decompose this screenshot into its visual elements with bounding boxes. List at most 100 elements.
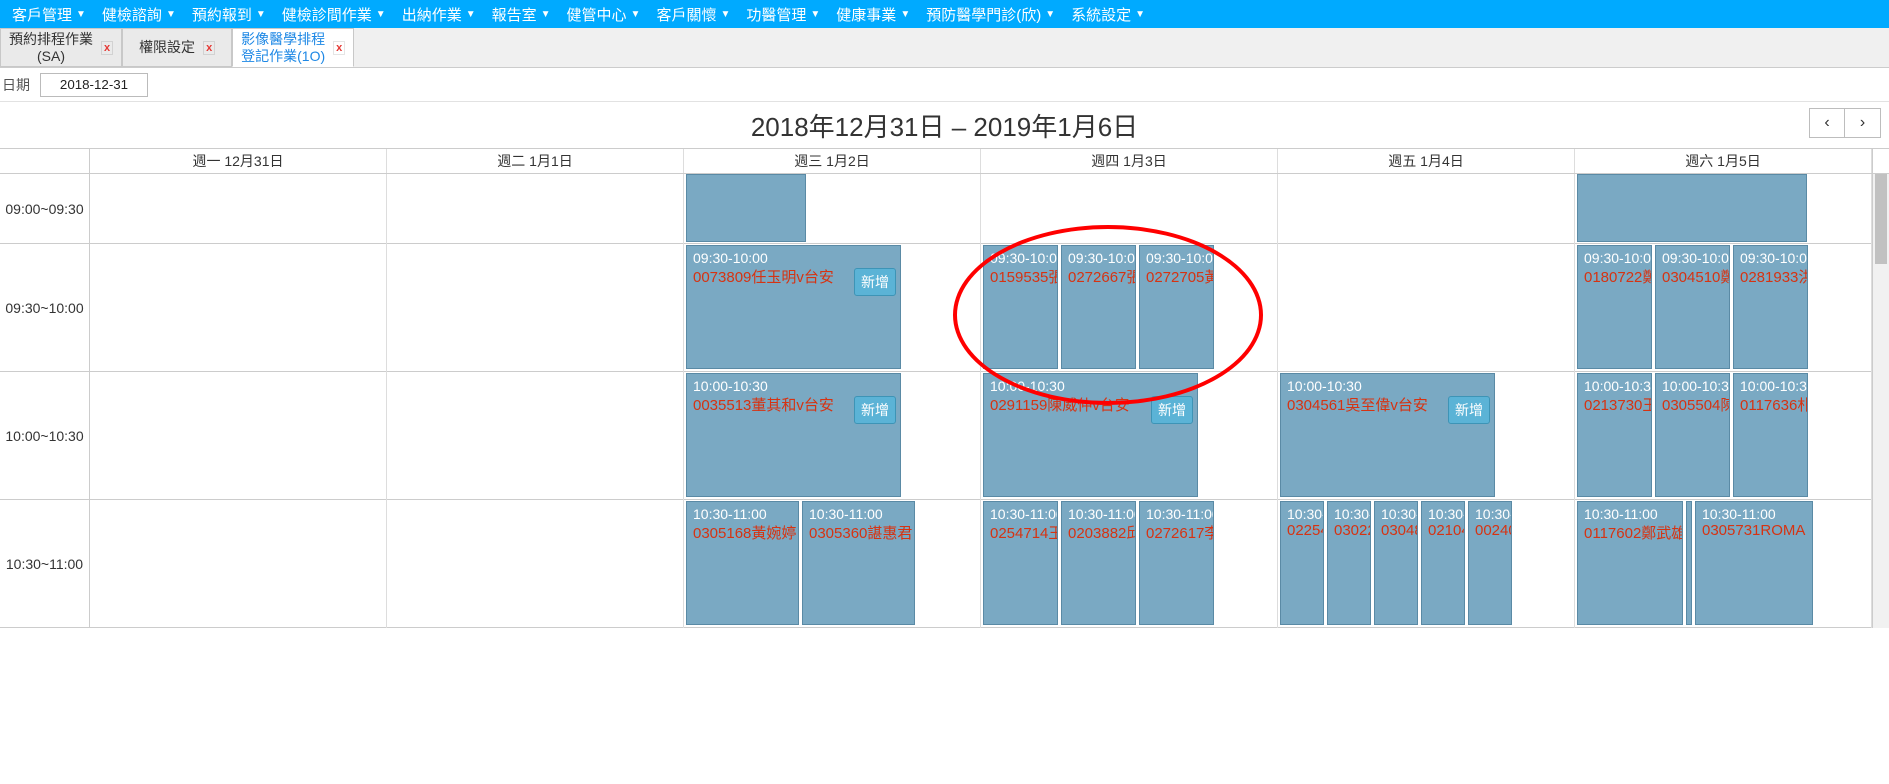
menu-item[interactable]: 報告室 ▼ (484, 4, 559, 25)
menu-item[interactable]: 健管中心▼ (559, 4, 649, 25)
calendar-grid: 週一 12月31日週二 1月1日週三 1月2日週四 1月3日週五 1月4日週六 … (0, 148, 1889, 628)
time-slot-cell[interactable] (387, 500, 683, 628)
event-text: 02104 (1422, 522, 1464, 539)
calendar-event[interactable]: 10:30-103022 (1327, 501, 1371, 625)
menu-label: 系統設定 (1071, 4, 1131, 25)
time-slot-cell[interactable] (387, 244, 683, 372)
add-button[interactable]: 新增 (854, 396, 896, 424)
calendar-event[interactable]: 09:30-10:000180722鄭 (1577, 245, 1652, 369)
day-header: 週一 12月31日 (90, 149, 387, 173)
calendar-event[interactable] (686, 174, 806, 242)
chevron-down-icon: ▼ (76, 9, 86, 20)
calendar-event[interactable] (1577, 174, 1807, 242)
calendar-event[interactable]: 10:30-100240 (1468, 501, 1512, 625)
menu-item[interactable]: 出納作業▼ (394, 4, 484, 25)
time-slot-cell[interactable] (981, 174, 1277, 244)
event-time: 10:00-10:30 (1734, 374, 1807, 394)
time-slot-cell[interactable] (90, 372, 386, 500)
event-time: 10:30-1 (1328, 502, 1370, 522)
add-button[interactable]: 新增 (854, 268, 896, 296)
calendar-event[interactable]: 10:30-103048 (1374, 501, 1418, 625)
calendar-event[interactable]: 10:00-10:300213730王 (1577, 373, 1652, 497)
menu-item[interactable]: 客戶管理▼ (4, 4, 94, 25)
close-icon[interactable]: x (333, 41, 345, 55)
calendar-event[interactable]: 09:30-10:000281933洪 (1733, 245, 1808, 369)
calendar-event[interactable]: 09:30-10:000272705黃 (1139, 245, 1214, 369)
menu-item[interactable]: 預約報到▼ (184, 4, 274, 25)
next-week-button[interactable]: › (1845, 108, 1881, 138)
day-header-row: 週一 12月31日週二 1月1日週三 1月2日週四 1月3日週五 1月4日週六 … (0, 148, 1889, 174)
calendar-event[interactable]: 10:30-11:000305731ROMA (1695, 501, 1813, 625)
time-slot-cell[interactable] (387, 174, 683, 244)
event-group: 10:30-11:000117602鄭武雄10:30-11:000305731R… (1577, 501, 1813, 625)
tab[interactable]: 影像醫學排程登記作業(1O) x (232, 28, 354, 67)
time-slot-cell[interactable] (90, 174, 386, 244)
calendar-event[interactable]: 10:30-11:000117602鄭武雄 (1577, 501, 1683, 625)
time-slot-cell[interactable] (387, 372, 683, 500)
calendar-event[interactable]: 10:00-10:300117636朴 (1733, 373, 1808, 497)
calendar-event[interactable]: 10:00-10:300304561吳至偉v台安新增 (1280, 373, 1495, 497)
close-icon[interactable]: x (101, 41, 113, 55)
calendar-event[interactable]: 10:30-11:000272617李 (1139, 501, 1214, 625)
menu-item[interactable]: 健康事業▼ (828, 4, 918, 25)
day-column[interactable] (387, 174, 684, 628)
event-time: 10:30-11:00 (1140, 502, 1213, 522)
chevron-down-icon: ▼ (541, 9, 551, 20)
menu-label: 功醫管理 (746, 4, 806, 25)
calendar-event[interactable]: 09:30-10:000159535張 (983, 245, 1058, 369)
prev-week-button[interactable]: ‹ (1809, 108, 1845, 138)
event-text: 00240 (1469, 522, 1511, 539)
calendar-event[interactable]: 10:30-102254 (1280, 501, 1324, 625)
vertical-scrollbar[interactable] (1872, 174, 1889, 628)
close-icon[interactable]: x (203, 41, 215, 55)
tab-label: 影像醫學排程登記作業(1O) (241, 31, 325, 63)
time-slot-cell[interactable] (90, 244, 386, 372)
event-group: 09:30-10:000159535張09:30-10:000272667張09… (983, 245, 1214, 369)
calendar-event[interactable]: 10:00-10:300035513董其和v台安新增 (686, 373, 901, 497)
menu-label: 預防醫學門診(欣) (926, 4, 1041, 25)
menu-item[interactable]: 健檢諮詢▼ (94, 4, 184, 25)
menu-label: 報告室 (492, 4, 537, 25)
chevron-down-icon: ▼ (810, 9, 820, 20)
event-time: 09:30-10:00 (1578, 246, 1651, 266)
menu-item[interactable]: 預防醫學門診(欣)▼ (918, 4, 1063, 25)
calendar-event[interactable]: 10:30-11:000254714王 (983, 501, 1058, 625)
event-group: 10:00-10:300035513董其和v台安新增 (686, 373, 901, 497)
calendar-event[interactable]: 10:30-102104 (1421, 501, 1465, 625)
time-slot-label: 09:30~10:00 (0, 244, 90, 372)
menu-label: 健康事業 (836, 4, 896, 25)
menu-item[interactable]: 健檢診間作業▼ (274, 4, 394, 25)
calendar-event[interactable]: 10:30-11:000305360諶惠君 (802, 501, 915, 625)
event-text: 0272705黃 (1140, 266, 1213, 287)
calendar-event[interactable]: 10:30-11:000203882邱 (1061, 501, 1136, 625)
event-text: 02254 (1281, 522, 1323, 539)
calendar-event[interactable]: 09:30-10:000304510鄭 (1655, 245, 1730, 369)
event-time: 09:30-10:00 (1656, 246, 1729, 266)
calendar-event[interactable] (1686, 501, 1692, 625)
calendar-event[interactable]: 09:30-10:000272667張 (1061, 245, 1136, 369)
event-time (1687, 502, 1692, 506)
tab[interactable]: 預約排程作業(SA)x (0, 28, 122, 67)
event-group: 10:30-11:000305168黃婉婷10:30-11:000305360諶… (686, 501, 915, 625)
tab[interactable]: 權限設定x (122, 28, 232, 67)
menu-item[interactable]: 系統設定▼ (1063, 4, 1153, 25)
calendar-event[interactable]: 10:00-10:300291159陳威仲v台安新增 (983, 373, 1198, 497)
menu-item[interactable]: 客戶關懷▼ (648, 4, 738, 25)
chevron-down-icon: ▼ (376, 9, 386, 20)
time-slot-cell[interactable] (1278, 174, 1574, 244)
calendar-event[interactable]: 09:30-10:000073809任玉明v台安新增 (686, 245, 901, 369)
time-slot-cell[interactable] (1278, 244, 1574, 372)
date-input[interactable] (40, 73, 148, 97)
event-text: 0305360諶惠君 (803, 522, 914, 543)
add-button[interactable]: 新增 (1448, 396, 1490, 424)
time-slot-cell[interactable] (90, 500, 386, 628)
menu-label: 健檢諮詢 (102, 4, 162, 25)
scroll-thumb[interactable] (1875, 174, 1887, 264)
calendar-event[interactable]: 10:30-11:000305168黃婉婷 (686, 501, 799, 625)
day-column[interactable] (90, 174, 387, 628)
event-text: 0213730王 (1578, 394, 1651, 415)
add-button[interactable]: 新增 (1151, 396, 1193, 424)
calendar-event[interactable]: 10:00-10:300305504陳 (1655, 373, 1730, 497)
menu-item[interactable]: 功醫管理 ▼ (738, 4, 828, 25)
event-time: 10:00-10:30 (1281, 374, 1494, 394)
